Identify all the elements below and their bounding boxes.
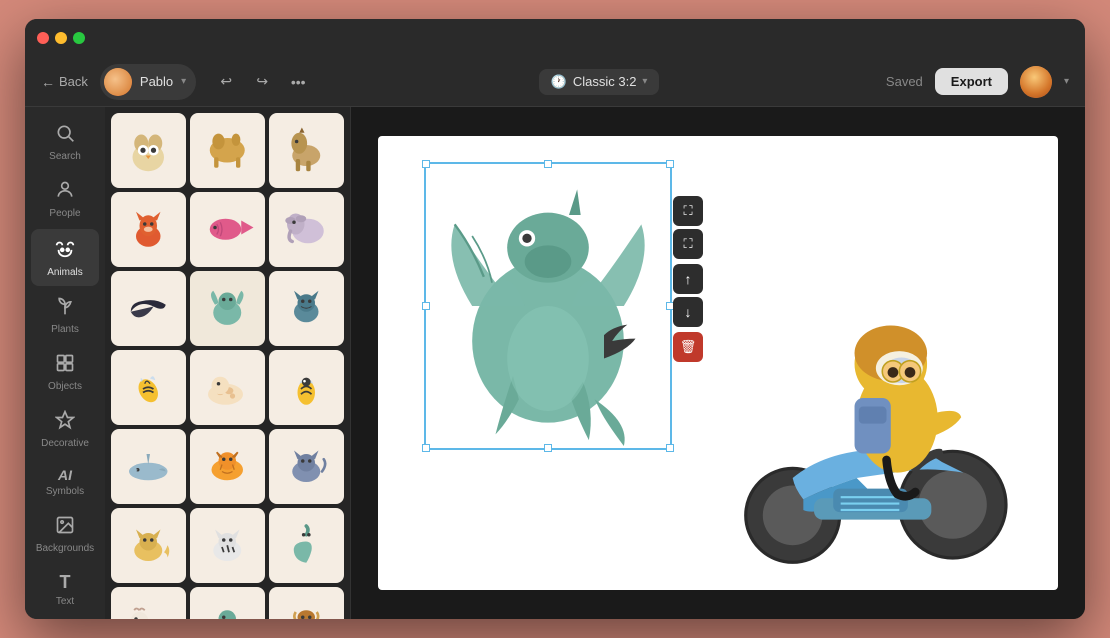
sidebar-item-symbols[interactable]: AI Symbols (31, 459, 99, 505)
decorative-icon (55, 410, 75, 435)
asset-fish[interactable] (190, 192, 265, 267)
dragon-svg (428, 166, 668, 446)
sidebar-item-label: People (49, 208, 80, 219)
move-down-button[interactable]: ↓ (673, 297, 703, 327)
toolbar-actions: ↩ ↪ ••• (212, 68, 312, 96)
sidebar-item-plants[interactable]: Plants (31, 288, 99, 343)
asset-shark[interactable] (111, 429, 186, 504)
asset-fox[interactable] (111, 192, 186, 267)
user-chevron-icon[interactable]: ▾ (1064, 76, 1069, 87)
asset-cat2[interactable] (111, 508, 186, 583)
asset-bee2[interactable] (269, 350, 344, 425)
asset-horse[interactable] (269, 113, 344, 188)
avatar (104, 68, 132, 96)
move-up-button[interactable]: ↑ (673, 264, 703, 294)
sidebar-item-label: Decorative (41, 438, 89, 449)
more-button[interactable]: ••• (284, 68, 312, 96)
sidebar-item-search[interactable]: Search (31, 115, 99, 170)
asset-dragon[interactable] (190, 271, 265, 346)
toolbar-center: 🕐 Classic 3:2 ▾ (324, 69, 874, 95)
undo-button[interactable]: ↩ (212, 68, 240, 96)
chevron-down-icon: ▾ (642, 76, 647, 87)
asset-snake[interactable] (269, 508, 344, 583)
sidebar-icons: Search People (25, 107, 105, 619)
back-arrow-icon: ← (41, 74, 55, 90)
asset-elephant[interactable] (269, 192, 344, 267)
preset-label: Classic 3:2 (573, 74, 637, 89)
asset-bird2[interactable] (190, 587, 265, 619)
user-avatar-icon[interactable] (1020, 66, 1052, 98)
sidebar-item-backgrounds[interactable]: Backgrounds (31, 507, 99, 562)
sidebar-item-label: Symbols (46, 486, 84, 497)
asset-grid (105, 107, 350, 619)
asset-spots[interactable] (190, 350, 265, 425)
flip-v-button[interactable]: ⛶ (673, 229, 703, 259)
asset-bird[interactable] (111, 271, 186, 346)
animals-icon (54, 237, 76, 264)
minimize-button[interactable] (55, 32, 67, 44)
float-toolbar: ⛶ ⛶ ↑ ↓ 🗑 (673, 196, 703, 362)
canvas-area: ⛶ ⛶ ↑ ↓ 🗑 (351, 107, 1085, 619)
toolbar-right: Saved Export ▾ (886, 66, 1069, 98)
objects-icon (55, 353, 75, 378)
maximize-button[interactable] (73, 32, 85, 44)
user-pill[interactable]: Pablo ▾ (100, 64, 196, 100)
sidebar-item-label: Objects (48, 381, 82, 392)
asset-tiger[interactable] (190, 429, 265, 504)
asset-cat[interactable] (269, 271, 344, 346)
toolbar-left: ← Back Pablo ▾ ↩ ↪ ••• (41, 64, 312, 100)
user-name: Pablo (140, 74, 173, 89)
sidebar-item-label: Backgrounds (36, 543, 94, 554)
title-bar (25, 19, 1085, 57)
search-icon (55, 123, 75, 148)
sidebar-item-label: Text (56, 596, 74, 607)
back-button[interactable]: ← Back (41, 74, 88, 90)
asset-owl[interactable] (111, 113, 186, 188)
sidebar-item-text[interactable]: T Text (31, 564, 99, 615)
main-content: Search People (25, 107, 1085, 619)
preset-selector[interactable]: 🕐 Classic 3:2 ▾ (539, 69, 660, 95)
dragon-element[interactable] (428, 166, 668, 446)
delete-button[interactable]: 🗑 (673, 332, 703, 362)
saved-status: Saved (886, 74, 923, 89)
asset-panel (105, 107, 351, 619)
sidebar-item-label: Search (49, 151, 81, 162)
chevron-down-icon: ▾ (181, 76, 186, 87)
flip-h-button[interactable]: ⛶ (673, 196, 703, 226)
back-label: Back (59, 74, 88, 89)
traffic-lights (37, 32, 85, 44)
canvas[interactable]: ⛶ ⛶ ↑ ↓ 🗑 (378, 136, 1058, 590)
asset-zebra[interactable] (190, 508, 265, 583)
sidebar-item-objects[interactable]: Objects (31, 345, 99, 400)
export-button[interactable]: Export (935, 68, 1008, 95)
backgrounds-icon (55, 515, 75, 540)
asset-bee[interactable] (111, 350, 186, 425)
sidebar-item-label: Animals (47, 267, 83, 278)
app-window: ← Back Pablo ▾ ↩ ↪ ••• 🕐 Classic 3:2 ▾ (25, 19, 1085, 619)
asset-wolf[interactable] (269, 429, 344, 504)
symbols-icon: AI (58, 467, 72, 483)
asset-camel[interactable] (190, 113, 265, 188)
toolbar: ← Back Pablo ▾ ↩ ↪ ••• 🕐 Classic 3:2 ▾ (25, 57, 1085, 107)
scooter-element[interactable] (718, 290, 1038, 570)
people-icon (55, 180, 75, 205)
asset-cow[interactable] (111, 587, 186, 619)
scooter-svg (718, 290, 1038, 570)
redo-button[interactable]: ↪ (248, 68, 276, 96)
close-button[interactable] (37, 32, 49, 44)
plants-icon (55, 296, 75, 321)
asset-misc[interactable] (269, 587, 344, 619)
sidebar-item-decorative[interactable]: Decorative (31, 402, 99, 457)
sidebar-item-animals[interactable]: Animals (31, 229, 99, 286)
sidebar-item-people[interactable]: People (31, 172, 99, 227)
history-icon: 🕐 (551, 74, 567, 90)
text-icon: T (60, 572, 71, 593)
sidebar-item-label: Plants (51, 324, 79, 335)
